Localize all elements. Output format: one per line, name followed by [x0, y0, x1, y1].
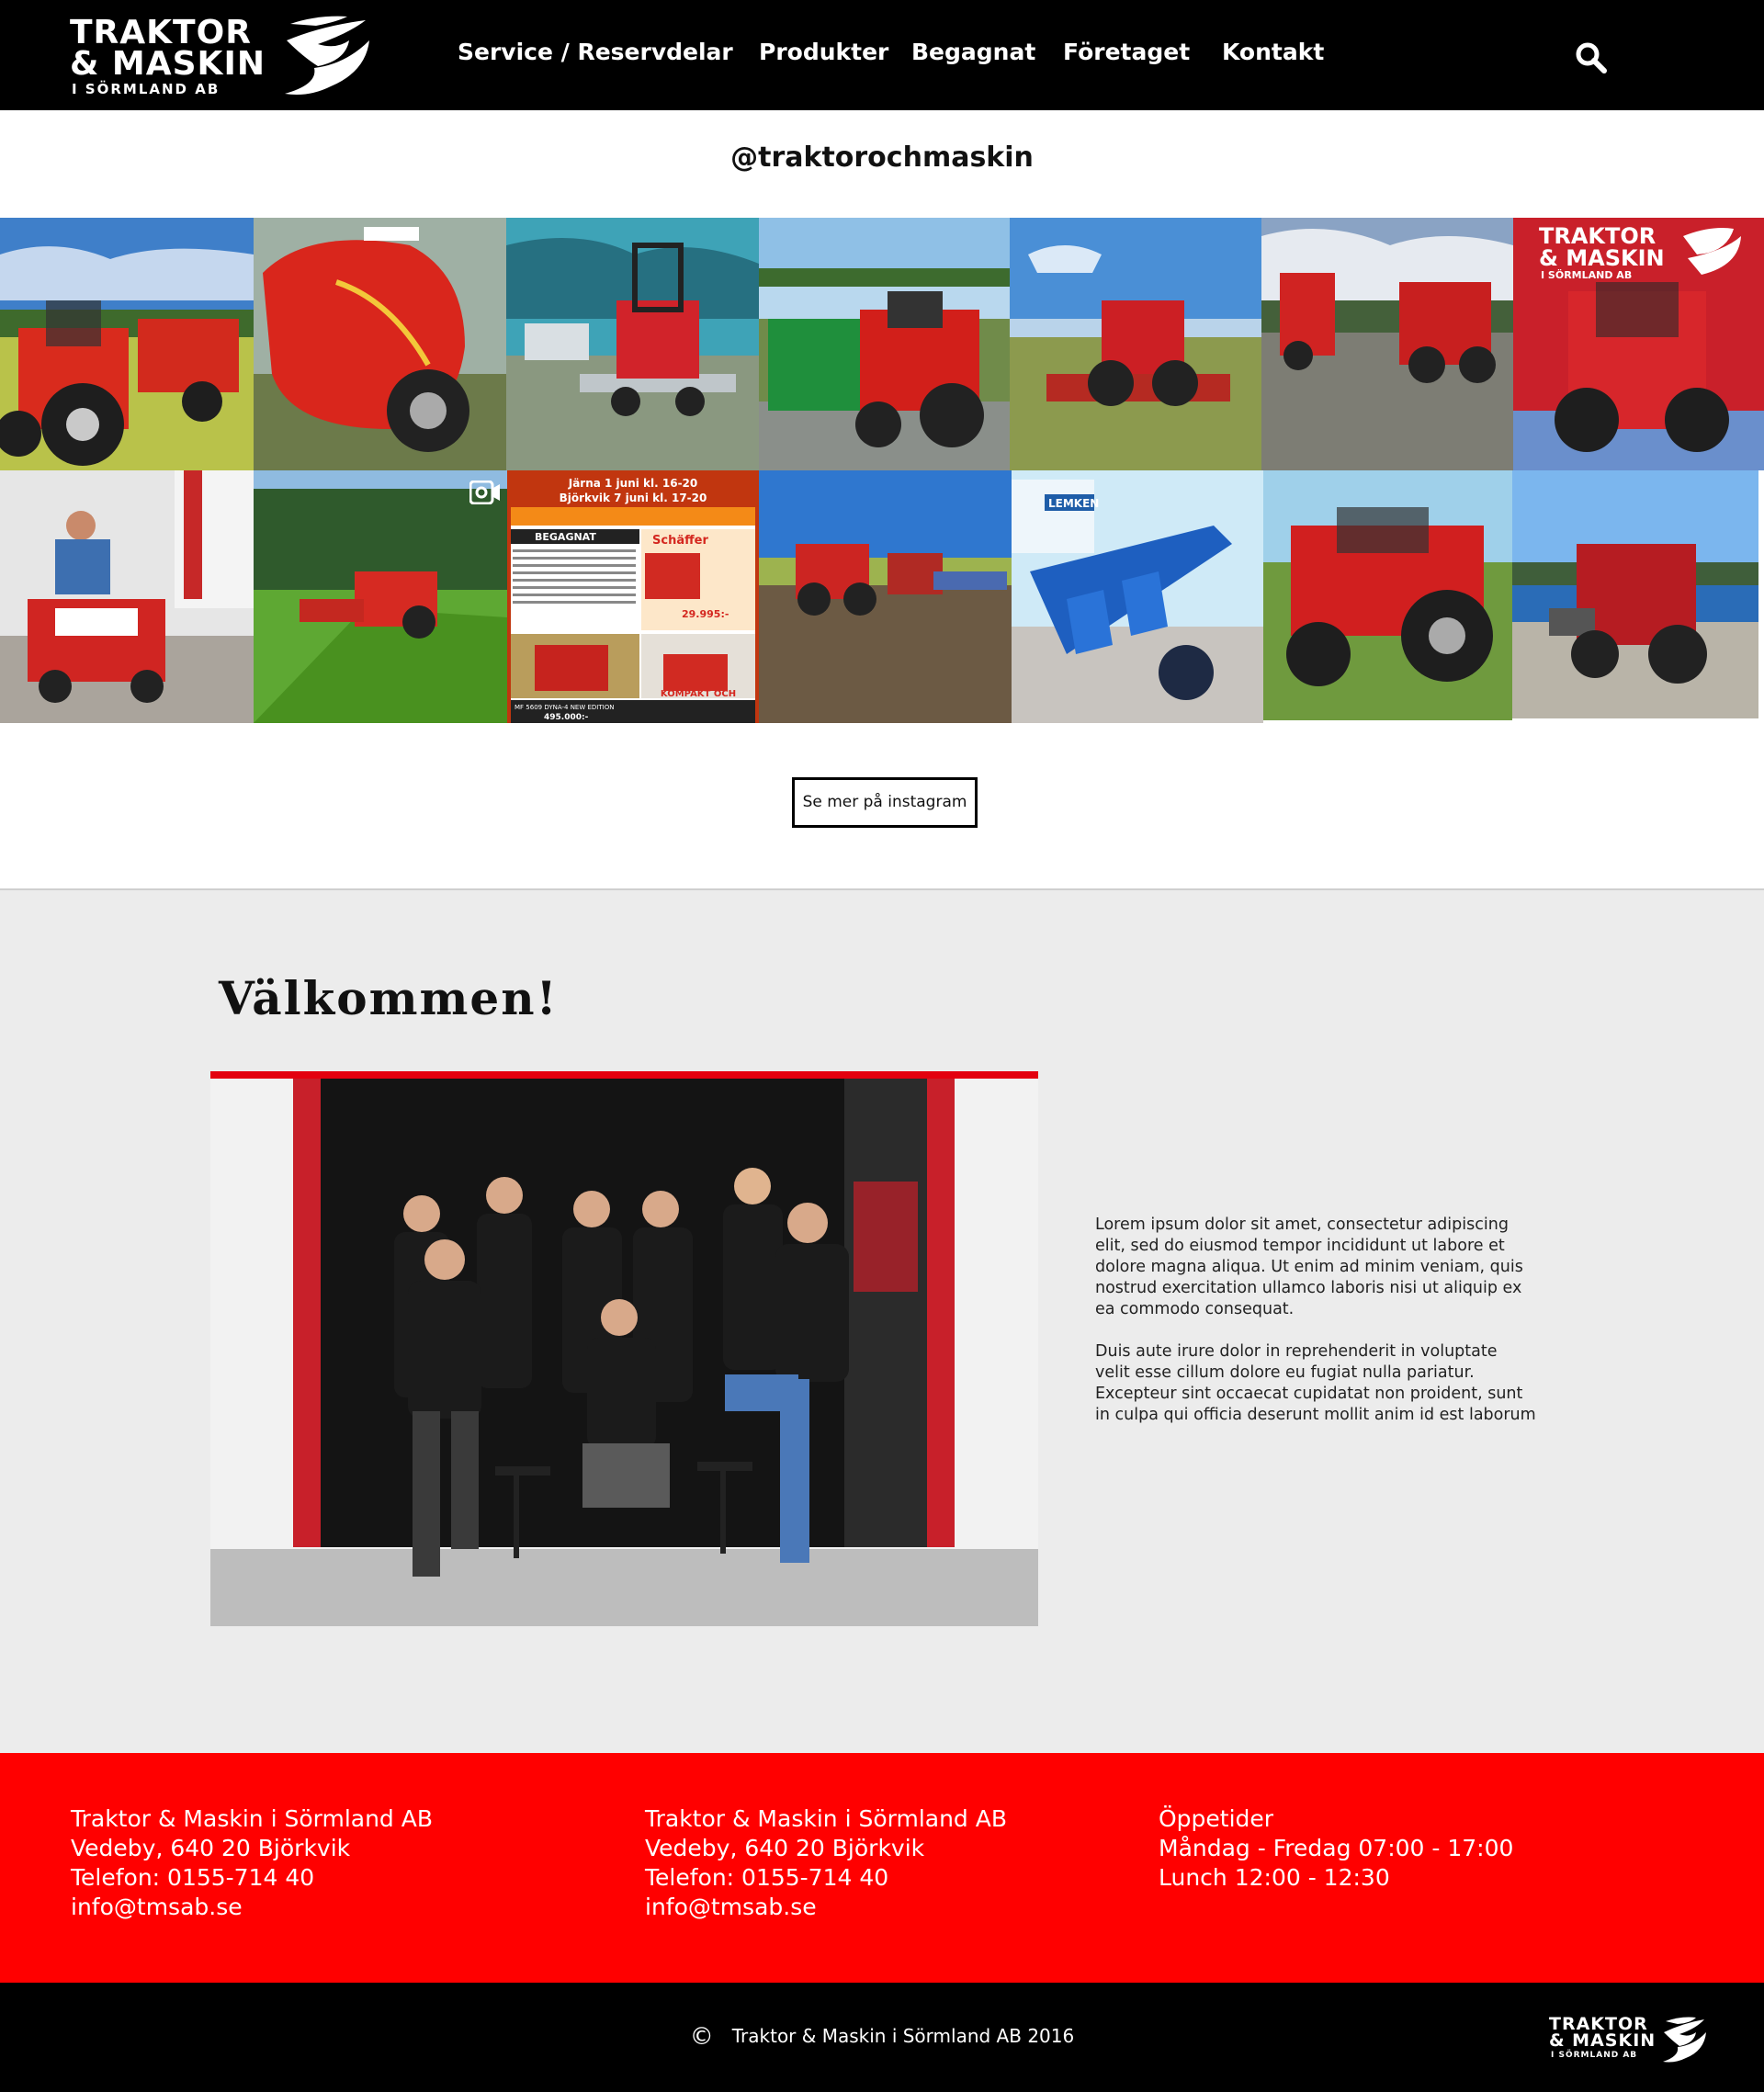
- lemken-brand-label: LEMKEN: [1048, 497, 1099, 510]
- nav-item-kontakt[interactable]: Kontakt: [1222, 37, 1324, 68]
- footer-phone[interactable]: Telefon: 0155-714 40: [71, 1863, 433, 1893]
- two-tractors-field-photo: [759, 470, 1012, 723]
- instagram-tile[interactable]: LEMKEN: [1012, 470, 1263, 723]
- instagram-tile[interactable]: [759, 470, 1012, 723]
- instagram-more-button[interactable]: Se mer på instagram: [792, 777, 978, 828]
- tractor-with-baler-photo: [0, 218, 254, 470]
- instagram-handle[interactable]: @traktorochmaskin: [0, 141, 1764, 174]
- staff-team-photo: [210, 1071, 1038, 1626]
- blue-lemken-plough-photo: LEMKEN: [1012, 470, 1263, 723]
- welcome-paragraph-1: Lorem ipsum dolor sit amet, consectetur …: [1095, 1216, 1523, 1318]
- footer-address: Vedeby, 640 20 Björkvik: [71, 1835, 351, 1861]
- logo-line-3: I SÖRMLAND AB: [72, 81, 220, 97]
- instagram-tile[interactable]: TRAKTOR & MASKIN I SÖRMLAND AB: [1513, 218, 1764, 470]
- footer-hours-title: Öppetider: [1159, 1805, 1274, 1832]
- instagram-tile[interactable]: [759, 218, 1010, 470]
- footer-hours-lunch: Lunch 12:00 - 12:30: [1159, 1864, 1390, 1891]
- welcome-section: Välkommen! Lorem ipsum dolor sit amet, c…: [0, 890, 1764, 1753]
- footer-logo-line-3: I SÖRMLAND AB: [1551, 2051, 1638, 2060]
- footer-logo-line-2: & MASKIN: [1549, 2030, 1657, 2051]
- compact-loaders-photo: [1261, 218, 1513, 470]
- flyer-price-2: 495.000:-: [544, 713, 589, 722]
- flyer-begagnat-label: BEGAGNAT: [535, 531, 596, 543]
- loader-on-trailer-photo: [506, 218, 759, 470]
- instagram-tile[interactable]: [1263, 470, 1512, 720]
- man-on-ride-on-mower-photo: [0, 470, 254, 723]
- site-header: TRAKTOR & MASKIN I SÖRMLAND AB Service /…: [0, 0, 1764, 110]
- welcome-paragraph-2: Duis aute irure dolor in reprehenderit i…: [1095, 1342, 1536, 1424]
- video-camera-icon: [469, 481, 500, 504]
- event-flyer-image: Järna 1 juni kl. 16-20 Björkvik 7 juni k…: [507, 470, 759, 723]
- instagram-tile[interactable]: [0, 218, 254, 470]
- red-tractor-closeup-photo: [1263, 470, 1512, 720]
- footer-logo-swoosh-icon: [1663, 2017, 1706, 2063]
- instagram-tile[interactable]: [0, 470, 254, 723]
- site-footer: Traktor & Maskin i Sörmland AB Vedeby, 6…: [0, 1753, 1764, 1983]
- team-photo: [210, 1071, 1038, 1626]
- tractor-with-baler-lake-photo: [759, 218, 1010, 470]
- footer-company-name: Traktor & Maskin i Sörmland AB: [645, 1805, 1007, 1832]
- copyright-text: Traktor & Maskin i Sörmland AB 2016: [731, 2025, 1075, 2047]
- nav-item-service-reservdelar[interactable]: Service / Reservdelar: [458, 37, 733, 68]
- copyright: © Traktor & Maskin i Sörmland AB 2016: [0, 2023, 1764, 2051]
- flyer-price-1: 29.995:-: [682, 608, 729, 620]
- tile-sign-line-2: & MASKIN: [1539, 245, 1665, 271]
- footer-contact-column-1: Traktor & Maskin i Sörmland AB Vedeby, 6…: [71, 1804, 433, 1922]
- bottom-bar: © Traktor & Maskin i Sörmland AB 2016 TRA…: [0, 1983, 1764, 2092]
- flyer-model-label: MF 5609 DYNA-4 NEW EDITION: [514, 704, 614, 711]
- instagram-tile[interactable]: [254, 218, 506, 470]
- welcome-title: Välkommen!: [219, 971, 559, 1025]
- footer-hours-weekdays: Måndag - Fredag 07:00 - 17:00: [1159, 1835, 1514, 1861]
- instagram-tile[interactable]: Järna 1 juni kl. 16-20 Björkvik 7 juni k…: [507, 470, 759, 723]
- tractor-at-red-building-photo: TRAKTOR & MASKIN I SÖRMLAND AB: [1513, 218, 1764, 470]
- footer-contact-column-2: Traktor & Maskin i Sörmland AB Vedeby, 6…: [645, 1804, 1007, 1922]
- tractor-with-loader-lake-photo: [1512, 470, 1758, 718]
- footer-logo[interactable]: TRAKTOR & MASKIN I SÖRMLAND AB: [1549, 2016, 1710, 2067]
- footer-address: Vedeby, 640 20 Björkvik: [645, 1835, 925, 1861]
- footer-phone[interactable]: Telefon: 0155-714 40: [645, 1863, 1007, 1893]
- instagram-tile[interactable]: [1261, 218, 1513, 470]
- nav-item-begagnat[interactable]: Begagnat: [911, 37, 1035, 68]
- main-nav: Service / Reservdelar Produkter Begagnat…: [0, 37, 1764, 74]
- nav-item-produkter[interactable]: Produkter: [759, 37, 888, 68]
- footer-email[interactable]: info@tmsab.se: [71, 1893, 433, 1922]
- flyer-brand-label: Schäffer: [652, 534, 708, 548]
- instagram-tile[interactable]: [506, 218, 759, 470]
- flyer-date-1: Järna 1 juni kl. 16-20: [568, 477, 698, 490]
- search-icon[interactable]: [1575, 41, 1608, 74]
- nav-item-foretaget[interactable]: Företaget: [1063, 37, 1190, 68]
- instagram-tile[interactable]: [254, 470, 507, 723]
- instagram-tile[interactable]: [1010, 218, 1261, 470]
- flyer-date-2: Björkvik 7 juni kl. 17-20: [560, 492, 707, 504]
- red-round-baler-photo: [254, 218, 506, 470]
- footer-company-name: Traktor & Maskin i Sörmland AB: [71, 1805, 433, 1832]
- tile-sign-line-3: I SÖRMLAND AB: [1541, 268, 1632, 281]
- instagram-grid: TRAKTOR & MASKIN I SÖRMLAND AB Järna 1 j…: [0, 218, 1764, 723]
- tractor-mowing-grass-photo: [254, 470, 507, 723]
- instagram-tile[interactable]: [1512, 470, 1758, 718]
- footer-hours-column: Öppetider Måndag - Fredag 07:00 - 17:00 …: [1159, 1804, 1513, 1893]
- tractor-with-mower-photo: [1010, 218, 1261, 470]
- flyer-compact-label: KOMPAKT OCH: [661, 689, 736, 699]
- copyright-icon: ©: [689, 2023, 714, 2051]
- welcome-text: Lorem ipsum dolor sit amet, consectetur …: [1095, 1215, 1536, 1426]
- footer-email[interactable]: info@tmsab.se: [645, 1893, 1007, 1922]
